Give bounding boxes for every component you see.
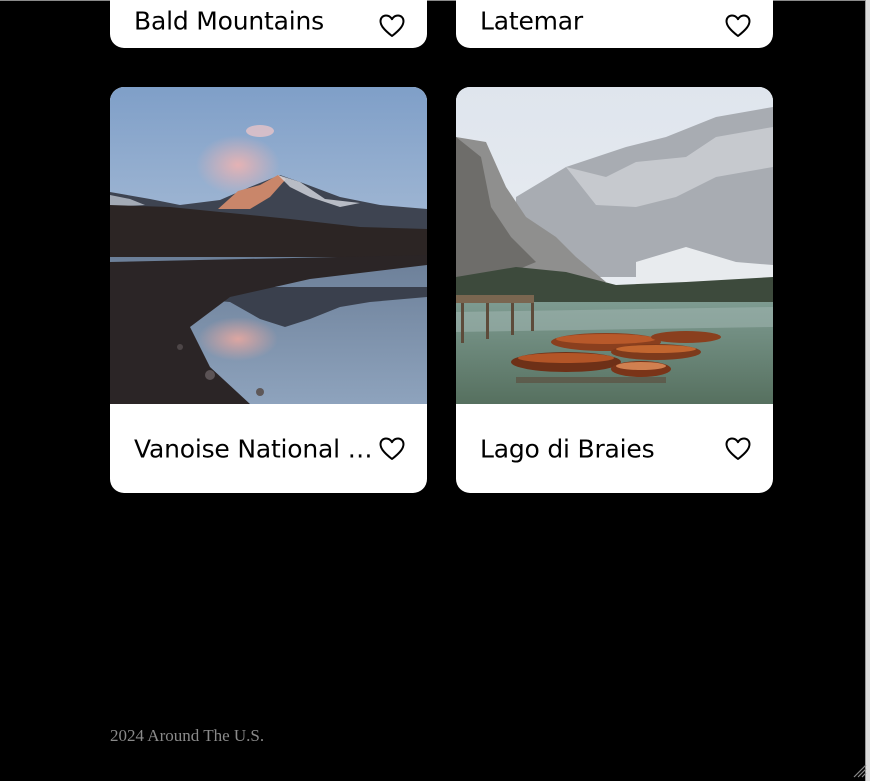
card-footer: Latemar [456, 0, 773, 48]
resize-grip-icon[interactable] [851, 762, 867, 778]
place-card: Bald Mountains [110, 0, 427, 48]
card-footer: Vanoise National Park [110, 404, 427, 493]
window-right-border [865, 0, 870, 781]
card-title: Bald Mountains [134, 6, 324, 36]
place-photo-mountain-lake[interactable] [110, 87, 427, 404]
heart-outline-icon[interactable] [379, 437, 405, 461]
place-card: Lago di Braies [456, 87, 773, 493]
heart-outline-icon[interactable] [725, 437, 751, 461]
card-title: Latemar [480, 6, 583, 36]
heart-outline-icon[interactable] [725, 14, 751, 38]
card-title: Lago di Braies [480, 434, 655, 463]
place-card: Latemar [456, 0, 773, 48]
copyright-text: 2024 Around The U.S. [110, 726, 265, 745]
card-footer: Lago di Braies [456, 404, 773, 493]
place-card: Vanoise National Park [110, 87, 427, 493]
card-title: Vanoise National Park [134, 434, 378, 463]
card-footer: Bald Mountains [110, 0, 427, 48]
place-photo-alpine-lake-boats[interactable] [456, 87, 773, 404]
heart-outline-icon[interactable] [379, 14, 405, 38]
